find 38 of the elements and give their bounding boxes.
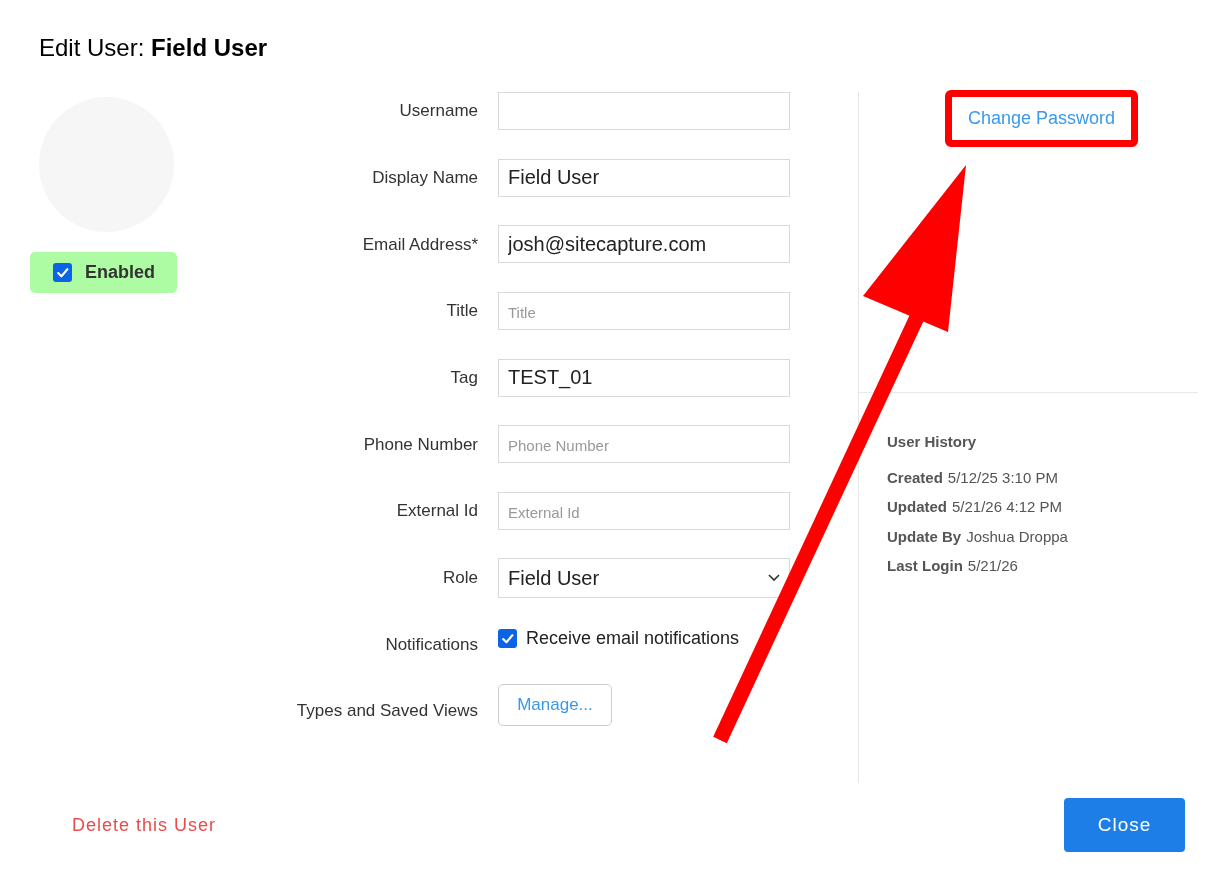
checkbox[interactable] (498, 629, 517, 648)
input-field[interactable]: Phone Number (498, 425, 790, 464)
history-title: User History (887, 432, 978, 452)
history-value: Joshua Droppa (966, 526, 1068, 547)
field-label: Username (399, 100, 478, 123)
field-label: Display Name (372, 166, 478, 189)
role-select[interactable]: Field User (498, 557, 790, 598)
delete-user-link[interactable]: Delete this User (72, 811, 217, 839)
enabled-label: Enabled (85, 261, 155, 284)
enabled-toggle[interactable]: Enabled (30, 252, 177, 293)
close-button[interactable]: Close (1064, 798, 1185, 852)
field-label: Tag (450, 367, 478, 389)
field-label: Phone Number (363, 433, 478, 456)
history-value: 5/21/26 4:12 PM (952, 497, 1063, 517)
input-field[interactable]: External Id (498, 492, 790, 531)
input-field[interactable]: TEST_01 (498, 358, 790, 397)
history-value: 5/12/25 3:10 PM (947, 467, 1058, 488)
checkmark-icon (56, 266, 69, 279)
input-field[interactable] (498, 92, 790, 130)
field-label: Types and Saved Views (296, 700, 478, 723)
field-label: Role (443, 567, 478, 590)
input-field[interactable]: Field User (498, 158, 790, 197)
checkbox-label: Receive email notifications (526, 627, 740, 650)
dialog-title: Edit User: Field User (39, 34, 268, 61)
input-field[interactable]: josh@sitecapture.com (498, 225, 790, 264)
history-label: Update By (887, 526, 962, 547)
history-value: 5/21/26 (967, 556, 1018, 576)
field-label: Email Address* (362, 233, 478, 256)
chevron-down-icon (768, 573, 780, 582)
history-label: Created (887, 467, 943, 488)
checkbox[interactable] (53, 263, 72, 282)
field-label: External Id (396, 500, 478, 523)
input-field[interactable]: Title (498, 292, 790, 331)
history-label: Updated (887, 497, 947, 517)
field-label: Title (446, 300, 478, 323)
field-label: Notifications (385, 633, 478, 656)
history-label: Last Login (887, 556, 963, 576)
checkmark-icon (501, 632, 514, 645)
